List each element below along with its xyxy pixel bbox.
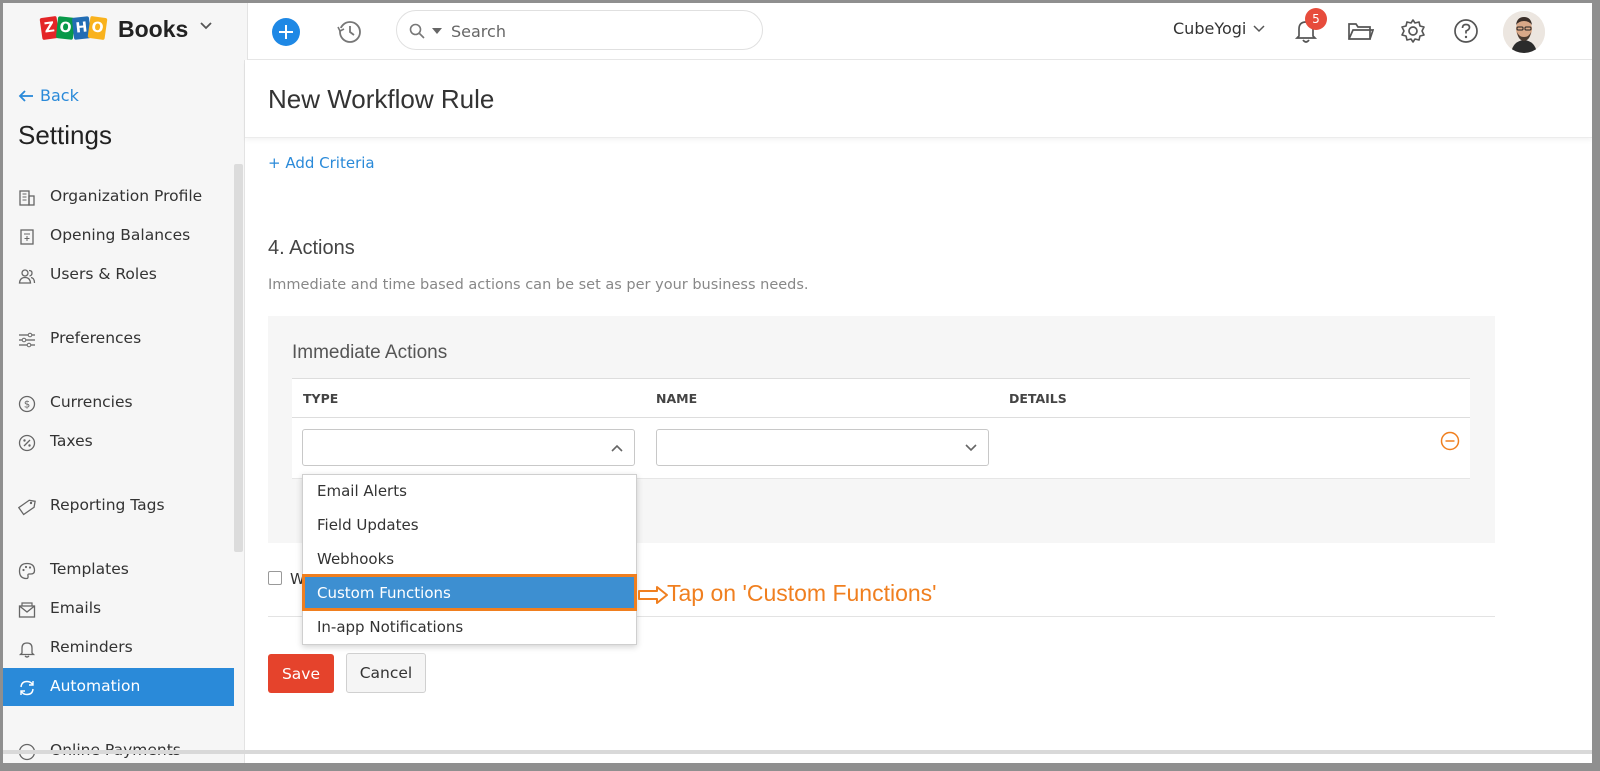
table-row (292, 418, 1470, 479)
organization-switcher[interactable]: CubeYogi (1173, 19, 1246, 38)
page-title: New Workflow Rule (268, 84, 495, 114)
sidebar-item-currencies[interactable]: $ Currencies (3, 384, 234, 422)
sidebar-item-label: Organization Profile (50, 187, 203, 205)
chevron-down-icon[interactable] (1253, 23, 1265, 35)
sidebar-item-label: Opening Balances (50, 226, 191, 244)
sidebar-item-organization-profile[interactable]: Organization Profile (3, 178, 234, 216)
page-header: New Workflow Rule (245, 60, 1592, 138)
actions-section-title: 4. Actions (268, 237, 355, 259)
tag-icon (18, 499, 36, 516)
sidebar-item-templates[interactable]: Templates (3, 551, 234, 589)
svg-text:$: $ (24, 400, 30, 411)
chevron-up-icon (611, 444, 623, 452)
sidebar-item-emails[interactable]: Emails (3, 590, 234, 628)
palette-icon (18, 562, 36, 580)
workflow-option-checkbox[interactable] (268, 571, 282, 585)
currency-icon: $ (18, 395, 36, 413)
dropdown-option-email-alerts[interactable]: Email Alerts (303, 475, 636, 509)
window-bottom-edge (3, 750, 1592, 754)
column-header-type: TYPE (303, 391, 339, 406)
back-label: Back (40, 86, 79, 105)
user-portrait-icon (1503, 11, 1545, 53)
sidebar-item-users-roles[interactable]: Users & Roles (3, 256, 234, 294)
product-name: Books (118, 16, 189, 42)
zoho-logo: Z O H O (39, 15, 108, 41)
option-label: Webhooks (317, 550, 395, 568)
folder-icon[interactable] (1346, 18, 1374, 44)
sidebar-item-label: Emails (50, 599, 102, 617)
dropdown-option-in-app-notifications[interactable]: In-app Notifications (303, 611, 636, 645)
actions-section-description: Immediate and time based actions can be … (268, 277, 809, 293)
main-content: New Workflow Rule + Add Criteria 4. Acti… (245, 60, 1592, 763)
dropdown-option-webhooks[interactable]: Webhooks (303, 543, 636, 577)
annotation-text: Tap on 'Custom Functions' (667, 580, 937, 606)
remove-row-icon[interactable] (1439, 430, 1461, 452)
notification-badge: 5 (1305, 8, 1327, 30)
sidebar-item-preferences[interactable]: Preferences (3, 320, 234, 358)
percent-icon (18, 434, 36, 452)
cancel-button[interactable]: Cancel (346, 653, 426, 693)
sidebar-item-reminders[interactable]: Reminders (3, 629, 234, 667)
type-dropdown-menu: Email Alerts Field Updates Webhooks Cust… (302, 474, 637, 645)
building-icon (19, 190, 35, 206)
envelope-icon (18, 602, 36, 618)
sidebar-item-reporting-tags[interactable]: Reporting Tags (3, 487, 234, 525)
option-label: Email Alerts (317, 482, 407, 500)
annotation-arrow-icon (638, 586, 668, 604)
sidebar-item-opening-balances[interactable]: Opening Balances (3, 217, 234, 255)
sidebar-item-online-payments[interactable]: Online Payments (3, 732, 234, 763)
brand-area[interactable]: Z O H O Books (3, 3, 248, 60)
top-bar: Z O H O Books CubeYogi 5 (3, 3, 1592, 60)
table-header: TYPE NAME DETAILS (292, 378, 1470, 418)
sidebar-item-label: Reporting Tags (50, 496, 165, 514)
sidebar-item-taxes[interactable]: Taxes (3, 423, 234, 461)
sidebar-scrollbar[interactable] (234, 164, 243, 552)
sidebar-item-label: Currencies (50, 393, 133, 411)
search-filter-dropdown-icon[interactable] (432, 28, 442, 34)
sidebar-item-label: Taxes (50, 432, 93, 450)
arrow-left-icon (18, 89, 33, 102)
save-button[interactable]: Save (268, 654, 334, 693)
search-input[interactable] (451, 20, 741, 42)
search-icon (409, 23, 425, 39)
sidebar-title: Settings (18, 120, 112, 150)
name-select[interactable] (656, 429, 989, 466)
add-criteria-link[interactable]: + Add Criteria (268, 154, 375, 172)
sliders-icon (19, 332, 35, 348)
sidebar-item-label: Preferences (50, 329, 142, 347)
ledger-icon (20, 229, 34, 245)
refresh-icon (20, 680, 34, 696)
sidebar-item-label: Templates (50, 560, 129, 578)
sidebar-item-automation[interactable]: Automation (3, 668, 234, 706)
sidebar-item-label: Automation (50, 677, 141, 695)
type-select[interactable] (302, 429, 635, 466)
dropdown-option-field-updates[interactable]: Field Updates (303, 509, 636, 543)
search-box[interactable] (396, 10, 763, 50)
gear-icon[interactable] (1399, 17, 1427, 45)
column-header-details: DETAILS (1009, 391, 1067, 406)
logo-letter: O (87, 15, 108, 41)
chevron-down-icon (965, 444, 977, 452)
back-link[interactable]: Back (18, 86, 79, 105)
sidebar-item-label: Users & Roles (50, 265, 157, 283)
settings-sidebar: Back Settings Organization Profile Openi… (3, 60, 245, 763)
help-icon[interactable] (1452, 17, 1480, 45)
history-icon[interactable] (336, 18, 364, 46)
option-label: Field Updates (317, 516, 419, 534)
sidebar-item-label: Reminders (50, 638, 133, 656)
column-header-name: NAME (656, 391, 698, 406)
annotation-highlight-box (302, 574, 637, 611)
quick-create-button[interactable] (272, 18, 300, 46)
users-icon (18, 269, 36, 284)
bell-icon (18, 642, 36, 658)
option-label: In-app Notifications (317, 618, 464, 636)
chevron-down-icon[interactable] (199, 19, 213, 33)
avatar[interactable] (1503, 11, 1545, 53)
panel-title: Immediate Actions (292, 342, 448, 363)
